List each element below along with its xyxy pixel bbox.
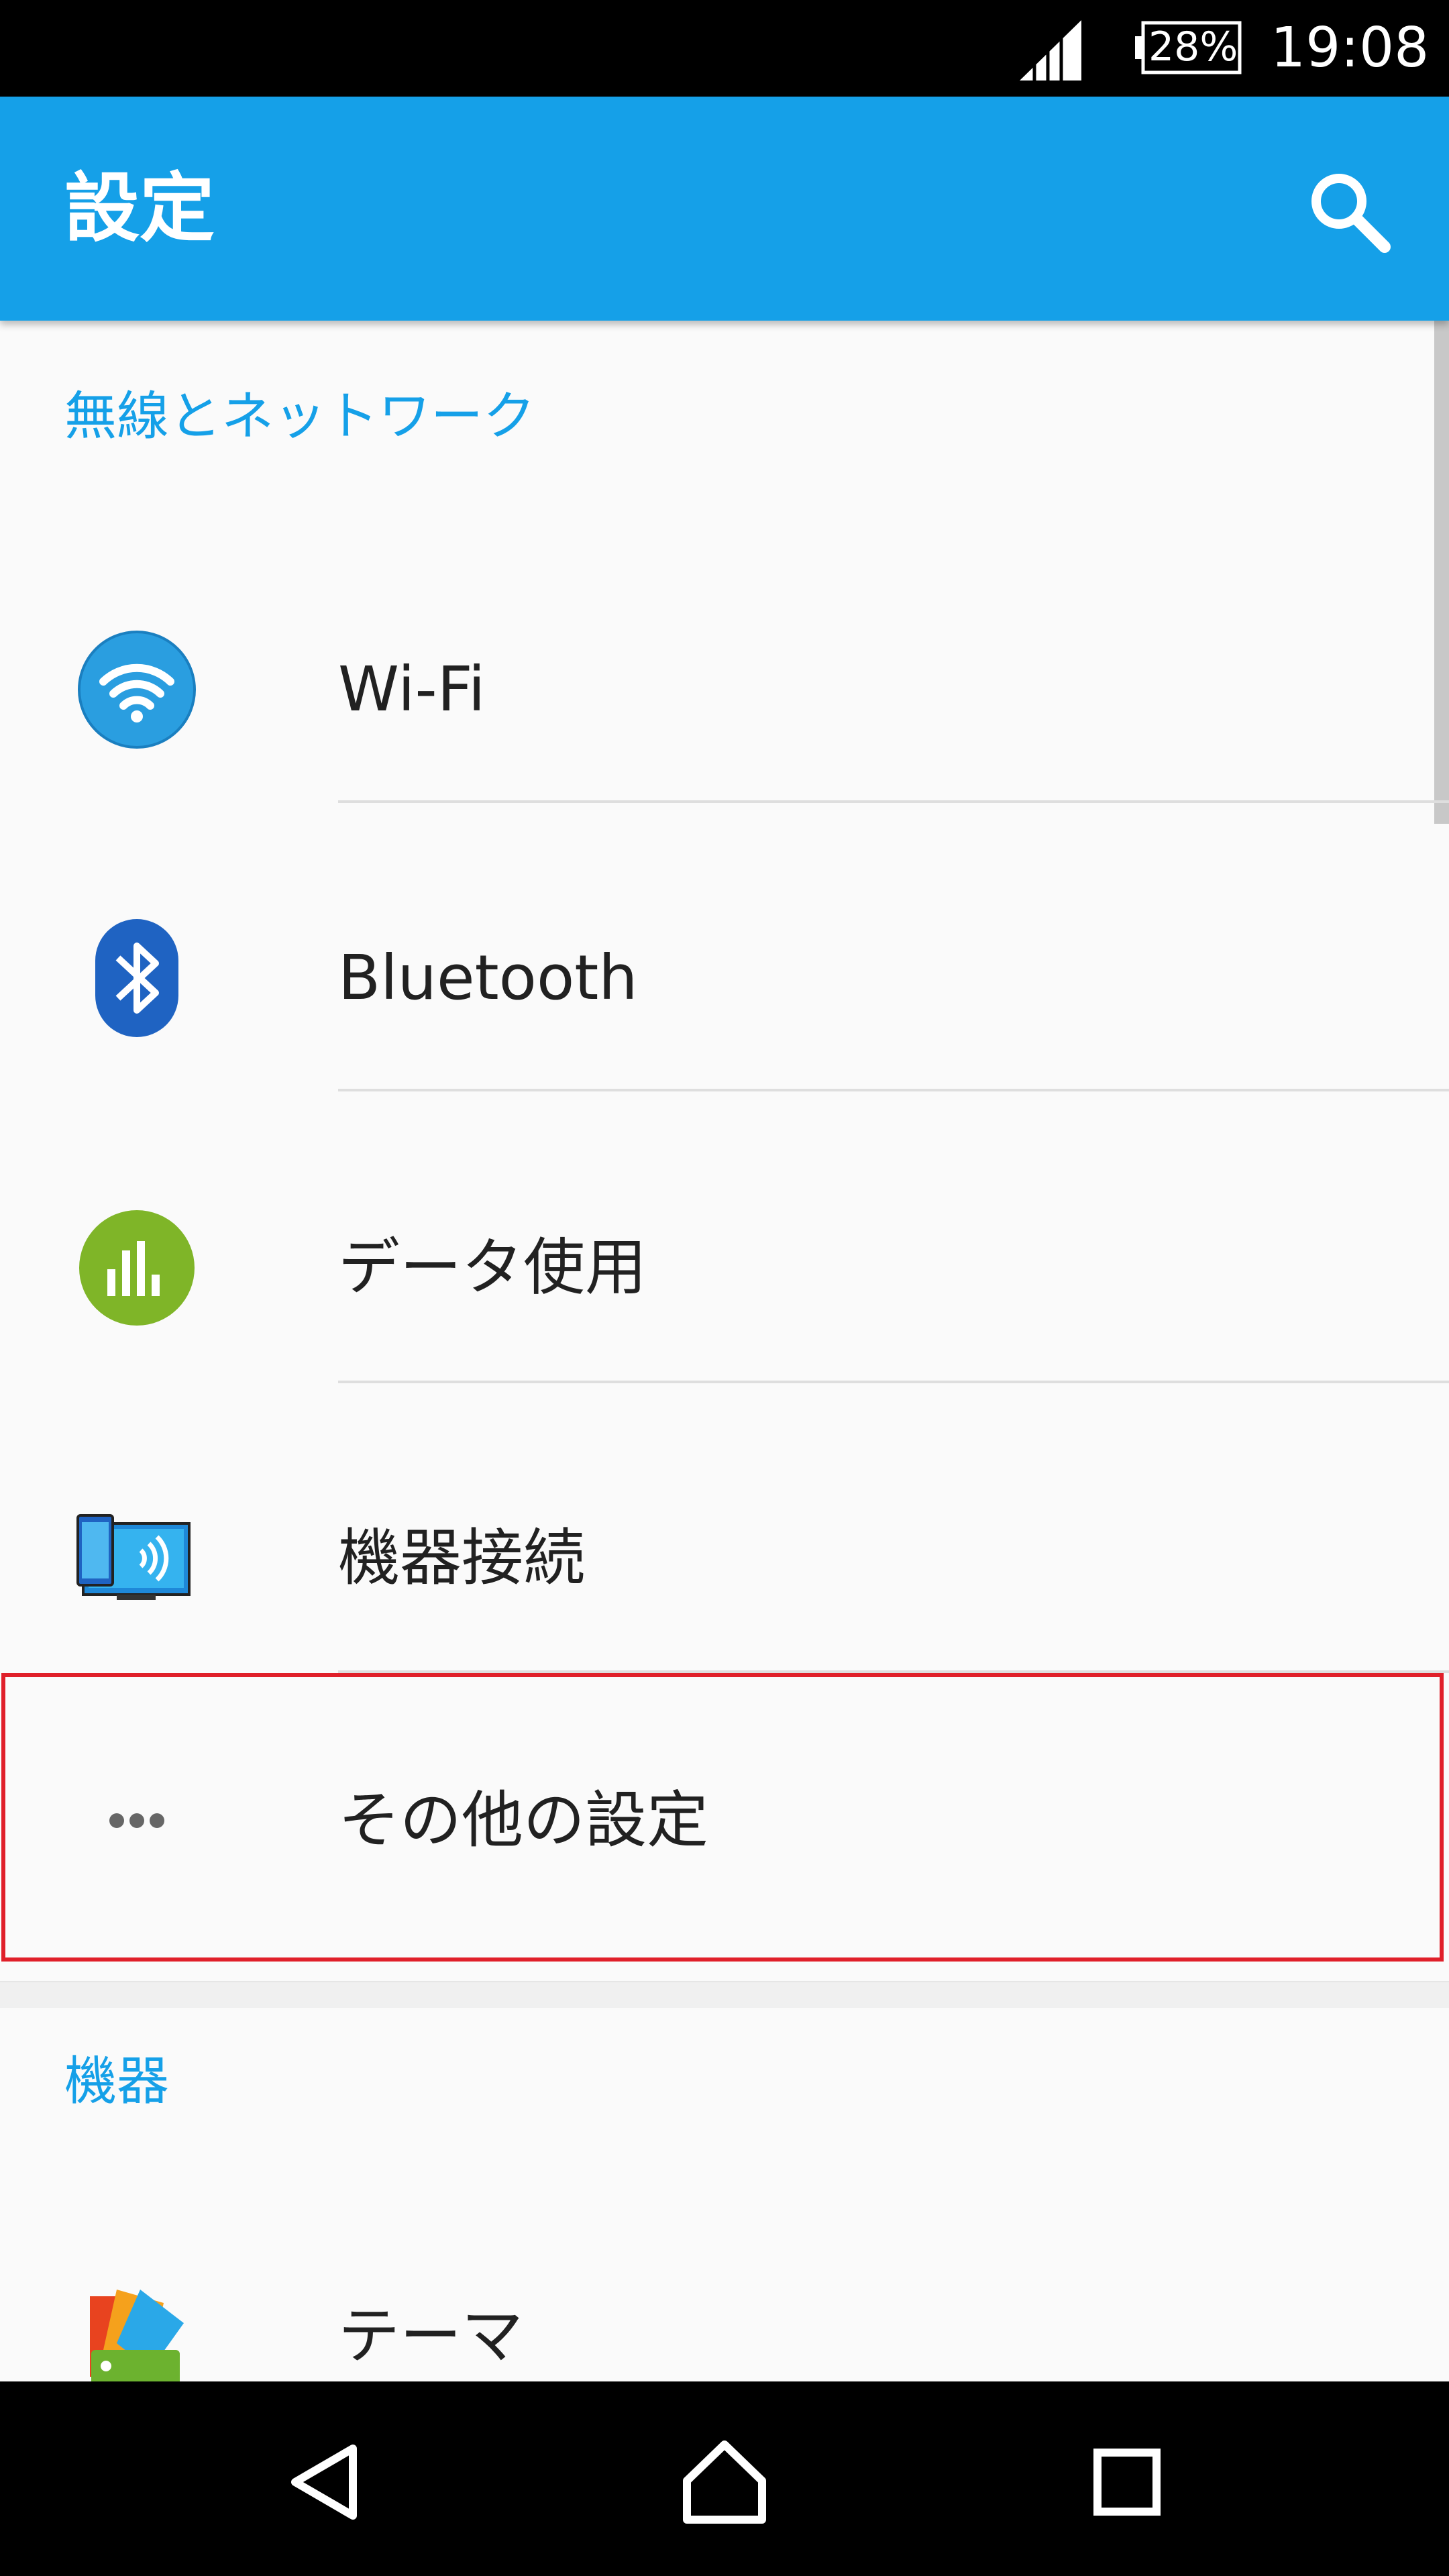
status-bar: 28% 19:08	[0, 0, 1449, 97]
settings-item-wifi[interactable]: Wi-Fi	[0, 542, 1449, 830]
search-button[interactable]	[1301, 164, 1395, 258]
divider	[338, 800, 1449, 803]
recents-button[interactable]	[1073, 2428, 1181, 2536]
section-header-wireless: 無線とネットワーク	[64, 386, 536, 447]
section-header-device: 機器	[64, 2051, 170, 2112]
settings-item-label: データ使用	[338, 1232, 647, 1303]
settings-item-theme[interactable]: テーマ	[0, 2189, 1449, 2381]
home-button[interactable]	[671, 2428, 778, 2536]
theme-icon	[90, 2290, 184, 2381]
back-icon	[291, 2445, 357, 2520]
settings-item-label: テーマ	[338, 2300, 524, 2372]
navigation-bar	[0, 2381, 1449, 2576]
app-bar: 設定	[0, 97, 1449, 321]
settings-list[interactable]: 無線とネットワーク Wi-Fi Bluetooth データ使用 機器接続 その他…	[0, 321, 1449, 2381]
data-usage-icon	[79, 1210, 195, 1326]
signal-icon	[1020, 20, 1081, 80]
bluetooth-icon	[95, 919, 178, 1037]
settings-item-more[interactable]: その他の設定	[0, 1673, 1449, 1962]
settings-item-label: Wi-Fi	[338, 653, 486, 725]
settings-item-data-usage[interactable]: データ使用	[0, 1120, 1449, 1409]
back-button[interactable]	[271, 2428, 378, 2536]
search-icon	[1311, 174, 1391, 253]
settings-item-label: その他の設定	[338, 1784, 709, 1856]
divider	[338, 1089, 1449, 1091]
recents-icon	[1093, 2449, 1161, 2516]
settings-item-bluetooth[interactable]: Bluetooth	[0, 830, 1449, 1119]
more-icon	[109, 1813, 164, 1828]
page-title: 設定	[64, 165, 215, 252]
settings-item-device-connection[interactable]: 機器接続	[0, 1411, 1449, 1699]
home-icon	[683, 2440, 766, 2524]
battery-percent: 28%	[1148, 23, 1238, 70]
device-connection-icon	[76, 1514, 191, 1600]
status-time: 19:08	[1271, 16, 1430, 80]
section-divider	[0, 1981, 1449, 2008]
wifi-icon	[78, 631, 196, 749]
settings-item-label: 機器接続	[338, 1522, 586, 1594]
divider	[338, 1381, 1449, 1383]
settings-item-label: Bluetooth	[338, 942, 638, 1014]
